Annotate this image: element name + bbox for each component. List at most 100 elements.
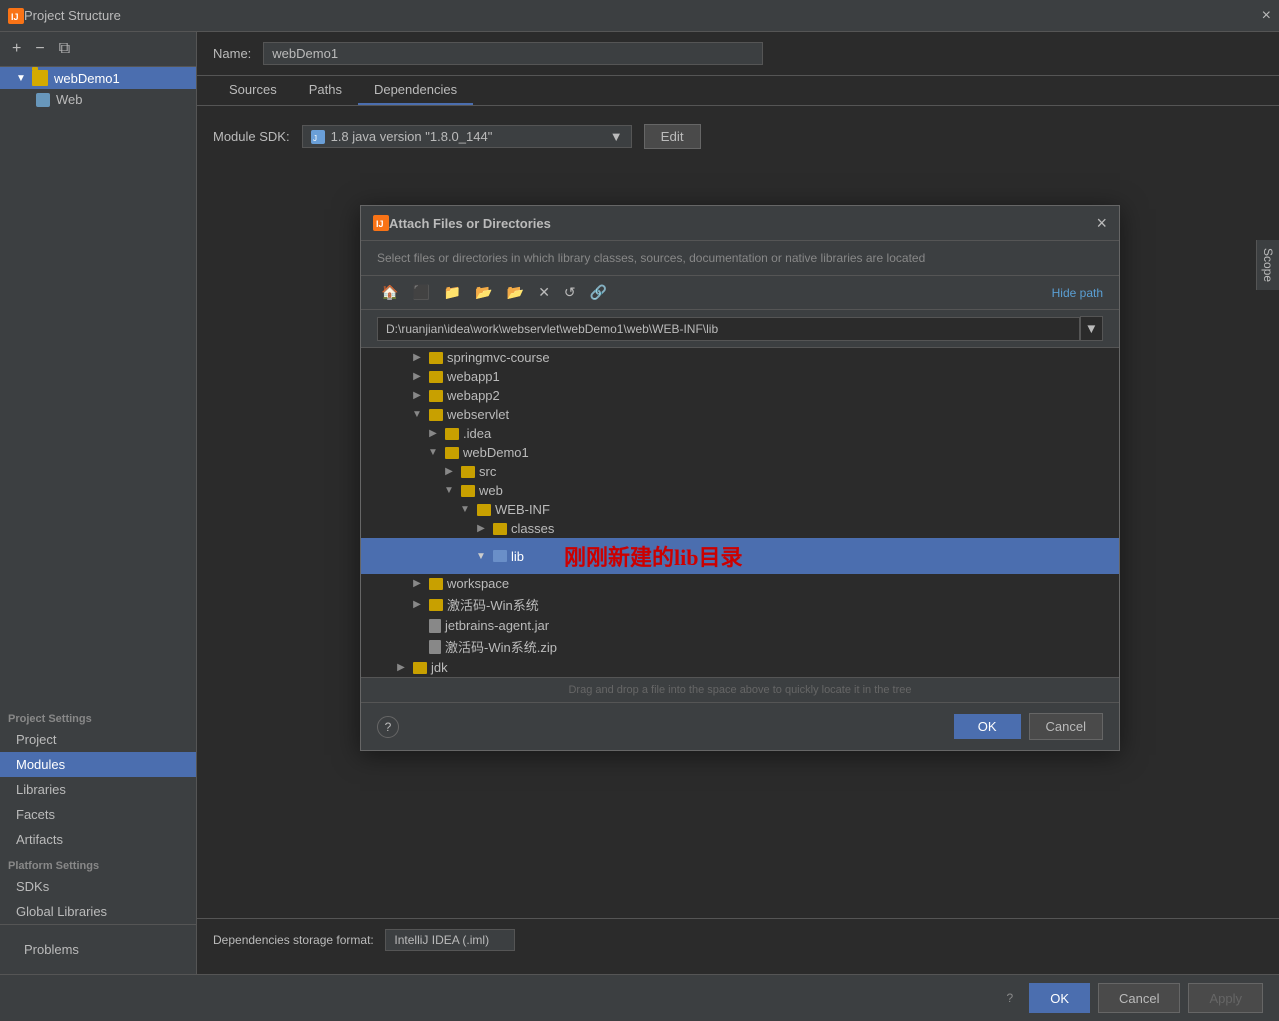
dialog-title-bar: IJ Attach Files or Directories ×	[361, 206, 1119, 241]
name-label: Name:	[213, 46, 251, 61]
sdk-row: Module SDK: J 1.8 java version "1.8.0_14…	[213, 124, 1263, 149]
cancel-button[interactable]: Cancel	[1098, 983, 1180, 1013]
tree-item-web[interactable]: Web	[0, 89, 196, 110]
sdk-edit-button[interactable]: Edit	[644, 124, 701, 149]
up-button[interactable]: ⬛	[408, 282, 433, 303]
tree-item-webdemo1-inner[interactable]: ▼ webDemo1	[361, 443, 1119, 462]
sidebar-item-facets[interactable]: Facets	[0, 802, 196, 827]
help-button[interactable]: ?	[999, 983, 1022, 1013]
storage-select[interactable]: IntelliJ IDEA (.iml)	[385, 929, 515, 951]
item-label: webDemo1	[463, 445, 529, 460]
folder-icon	[429, 599, 443, 611]
file-icon	[429, 640, 441, 654]
folder-icon	[477, 504, 491, 516]
name-input[interactable]	[263, 42, 763, 65]
folder-icon	[461, 466, 475, 478]
storage-format-row: Dependencies storage format: IntelliJ ID…	[197, 918, 1279, 961]
tree-item-webdemo1[interactable]: ▼ webDemo1	[0, 67, 196, 89]
tree-item-activate-win[interactable]: ▶ 激活码-Win系统	[361, 593, 1119, 616]
sidebar-item-artifacts[interactable]: Artifacts	[0, 827, 196, 852]
module-header: Name:	[197, 32, 1279, 76]
annotation-text: 刚刚新建的lib目录	[564, 540, 742, 572]
link-button[interactable]: 🔗	[586, 282, 611, 303]
collapse-folder-button[interactable]: 📂	[503, 282, 528, 303]
folder-icon	[413, 662, 427, 674]
home-button[interactable]: 🏠	[377, 282, 402, 303]
folder-button[interactable]: 📁	[440, 282, 465, 303]
expand-icon: ▶	[409, 599, 425, 610]
tree-item-webinf[interactable]: ▼ WEB-INF	[361, 500, 1119, 519]
tree-item-activate-zip[interactable]: 激活码-Win系统.zip	[361, 635, 1119, 658]
sidebar-item-project[interactable]: Project	[0, 727, 196, 752]
sidebar-item-global-libraries[interactable]: Global Libraries	[0, 899, 196, 924]
tab-paths[interactable]: Paths	[293, 76, 358, 105]
folder-blue-icon	[493, 550, 507, 562]
tree-item-jetbrains-agent[interactable]: jetbrains-agent.jar	[361, 616, 1119, 635]
copy-module-button[interactable]: ⧉	[55, 38, 74, 60]
remove-module-button[interactable]: −	[31, 38, 48, 60]
item-label: webservlet	[447, 407, 509, 422]
tree-item-webservlet[interactable]: ▼ webservlet	[361, 405, 1119, 424]
project-settings-section: Project Settings Project Modules Librari…	[0, 705, 196, 852]
path-dropdown-button[interactable]: ▼	[1080, 316, 1103, 341]
dialog-toolbar: 🏠 ⬛ 📁 📂 📂 ✕ ↺ 🔗 Hide path	[361, 276, 1119, 310]
dialog-help-button[interactable]: ?	[377, 716, 399, 738]
file-icon	[429, 619, 441, 633]
sdk-select[interactable]: J 1.8 java version "1.8.0_144" ▼	[302, 125, 632, 148]
tree-item-idea[interactable]: ▶ .idea	[361, 424, 1119, 443]
expand-icon: ▼	[473, 551, 489, 562]
dialog-subtitle: Select files or directories in which lib…	[361, 241, 1119, 276]
item-label: 激活码-Win系统	[447, 595, 539, 614]
sidebar-item-sdks[interactable]: SDKs	[0, 874, 196, 899]
folder-icon	[461, 485, 475, 497]
tree-item-jdk[interactable]: ▶ jdk	[361, 658, 1119, 677]
item-label: lib	[511, 549, 524, 564]
problems-section: Problems	[0, 924, 196, 974]
path-input[interactable]	[377, 317, 1080, 341]
delete-button[interactable]: ✕	[534, 282, 554, 303]
storage-select-wrap[interactable]: IntelliJ IDEA (.iml)	[385, 932, 515, 947]
title-bar: IJ Project Structure ×	[0, 0, 1279, 32]
hide-path-link[interactable]: Hide path	[1052, 286, 1103, 300]
tree-item-workspace[interactable]: ▶ workspace	[361, 574, 1119, 593]
dialog-tree[interactable]: ▶ springmvc-course ▶ webapp1 ▶ webapp2	[361, 348, 1119, 677]
expand-icon: ▶	[409, 390, 425, 401]
module-tree: ▼ webDemo1 Web	[0, 67, 196, 705]
apply-button[interactable]: Apply	[1188, 983, 1263, 1013]
tab-sources[interactable]: Sources	[213, 76, 293, 105]
tree-item-src[interactable]: ▶ src	[361, 462, 1119, 481]
sdk-value: 1.8 java version "1.8.0_144"	[331, 129, 493, 144]
dialog-path-bar: ▼	[361, 310, 1119, 348]
item-label: workspace	[447, 576, 509, 591]
tree-item-web-inner[interactable]: ▼ web	[361, 481, 1119, 500]
tree-item-classes[interactable]: ▶ classes	[361, 519, 1119, 538]
add-module-button[interactable]: +	[8, 38, 25, 60]
dialog-close-button[interactable]: ×	[1096, 214, 1107, 232]
tree-item-lib[interactable]: ▼ lib 刚刚新建的lib目录	[361, 538, 1119, 574]
ok-button[interactable]: OK	[1029, 983, 1090, 1013]
dialog-ok-button[interactable]: OK	[954, 714, 1021, 739]
sidebar-item-problems[interactable]: Problems	[8, 937, 188, 962]
expand-button[interactable]: 📂	[471, 282, 496, 303]
sidebar-item-modules[interactable]: Modules	[0, 752, 196, 777]
tree-item-webapp1[interactable]: ▶ webapp1	[361, 367, 1119, 386]
tree-item-springmvc[interactable]: ▶ springmvc-course	[361, 348, 1119, 367]
sidebar-toolbar: + − ⧉	[0, 32, 196, 67]
item-label: classes	[511, 521, 554, 536]
dialog-cancel-button[interactable]: Cancel	[1029, 713, 1103, 740]
project-settings-label: Project Settings	[0, 705, 196, 727]
tree-item-webapp2[interactable]: ▶ webapp2	[361, 386, 1119, 405]
main-footer: ? OK Cancel Apply	[0, 974, 1279, 1021]
window-close-button[interactable]: ×	[1262, 7, 1271, 25]
dialog-footer: ? OK Cancel	[361, 702, 1119, 750]
scope-tab[interactable]: Scope	[1256, 240, 1279, 290]
sidebar-item-libraries[interactable]: Libraries	[0, 777, 196, 802]
refresh-button[interactable]: ↺	[560, 282, 580, 303]
tab-dependencies[interactable]: Dependencies	[358, 76, 473, 105]
item-label: webapp1	[447, 369, 500, 384]
expand-icon: ▶	[409, 371, 425, 382]
expand-icon: ▶	[393, 662, 409, 673]
expand-icon: ▼	[425, 447, 441, 458]
folder-icon	[445, 428, 459, 440]
folder-icon	[493, 523, 507, 535]
